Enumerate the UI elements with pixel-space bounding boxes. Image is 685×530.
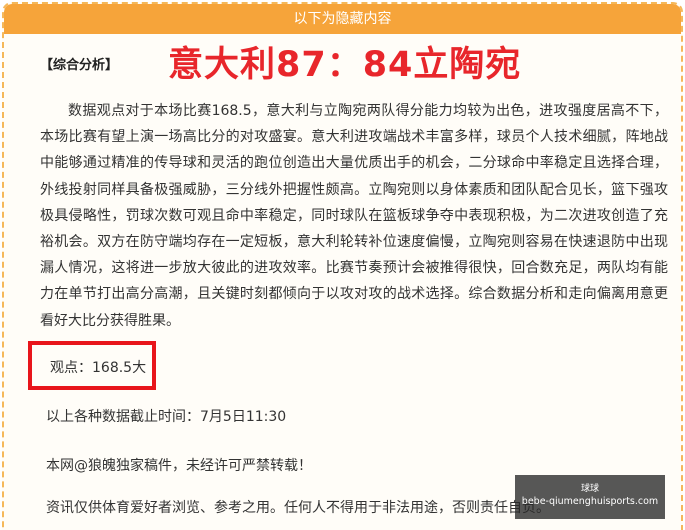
prediction-text: 观点：168.5大 [50, 360, 147, 376]
watermark-brand: 球球 [580, 484, 599, 494]
data-cutoff-time: 以上各种数据截止时间：7月5日11:30 [46, 409, 287, 425]
copyright-notice: 本网@狼魄独家稿件，未经许可严禁转载！ [46, 458, 312, 474]
disclaimer-text: 资讯仅供体育爱好者浏览、参考之用。任何人不得用于非法用途，否则责任自负。 [46, 500, 550, 516]
page: 以下为隐藏内容 【综合分析】 意大利87：84立陶宛 数据观点对于本场比赛168… [0, 0, 685, 530]
headline-row: 【综合分析】 意大利87：84立陶宛 [0, 34, 685, 86]
watermark-url: bebe-qiumenghuisports.com [521, 496, 659, 507]
hidden-content-header: 以下为隐藏内容 [4, 4, 681, 34]
match-score-headline: 意大利87：84立陶宛 [168, 45, 522, 85]
prediction-highlight-box: 观点：168.5大 [28, 341, 156, 390]
section-label: 【综合分析】 [40, 58, 119, 73]
analysis-paragraph: 数据观点对于本场比赛168.5，意大利与立陶宛两队得分能力均较为出色，进攻强度居… [40, 103, 668, 329]
site-watermark: 球球 bebe-qiumenghuisports.com [515, 475, 665, 519]
